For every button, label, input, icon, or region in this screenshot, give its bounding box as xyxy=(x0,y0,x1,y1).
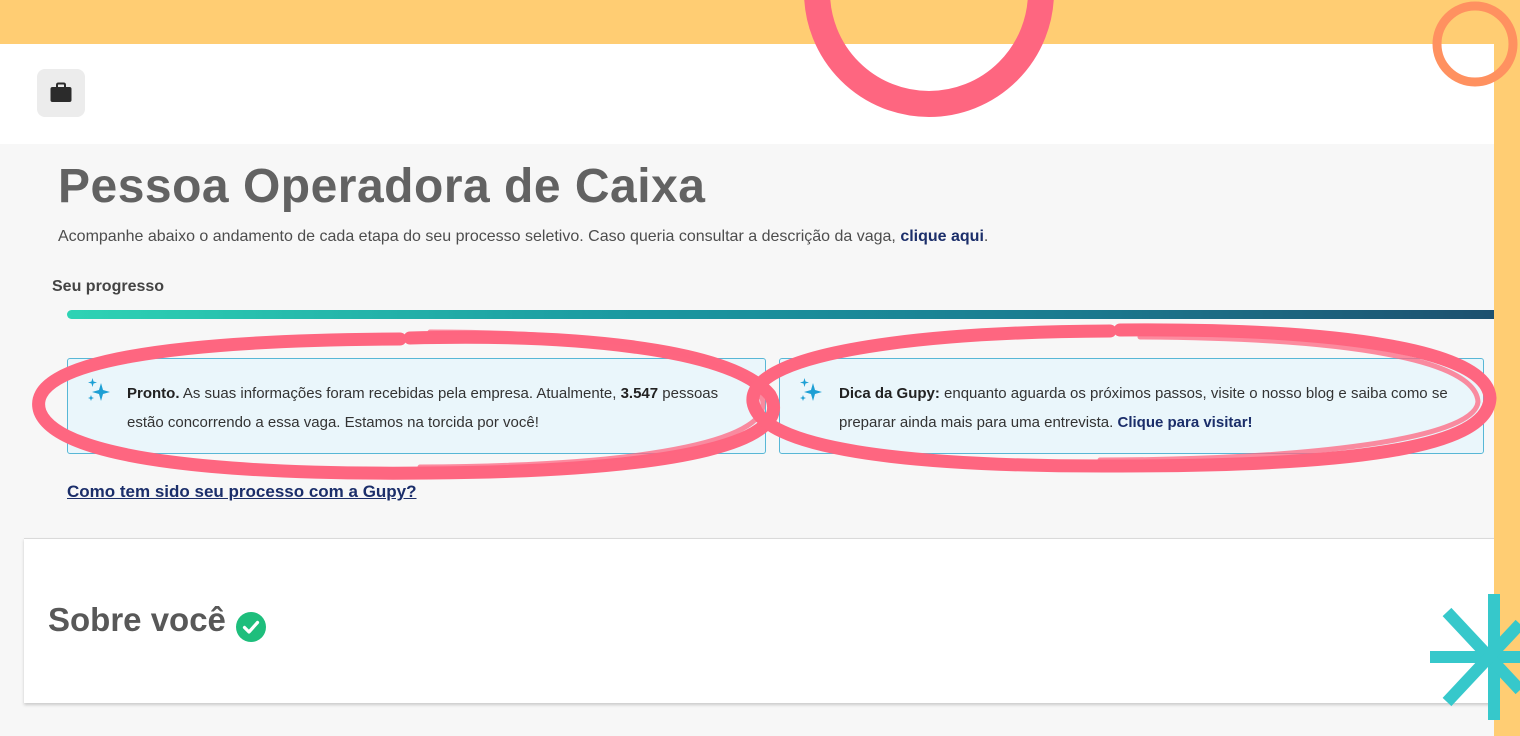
page-title: Pessoa Operadora de Caixa xyxy=(58,160,706,213)
page-frame: Pessoa Operadora de Caixa Acompanhe abai… xyxy=(0,44,1494,736)
sparkle-icon xyxy=(88,378,110,401)
about-you-title: Sobre você xyxy=(48,601,226,638)
job-description-link[interactable]: clique aqui xyxy=(900,228,984,245)
tip-card-text: Dica da Gupy: enquanto aguarda os próxim… xyxy=(839,379,1461,437)
briefcase-icon xyxy=(50,82,72,102)
sparkle-icon xyxy=(800,378,822,401)
subtitle-text: Acompanhe abaixo o andamento de cada eta… xyxy=(58,228,896,245)
page-subtitle: Acompanhe abaixo o andamento de cada eta… xyxy=(58,228,988,246)
top-bar xyxy=(0,44,1494,144)
briefcase-button[interactable] xyxy=(37,69,85,117)
status-card: Pronto. As suas informações foram recebi… xyxy=(67,358,766,454)
tip-lead: Dica da Gupy: xyxy=(839,385,940,402)
subtitle-end: . xyxy=(983,228,989,245)
status-lead: Pronto. xyxy=(127,385,180,402)
applicant-count: 3.547 xyxy=(620,385,659,402)
about-you-section: Sobre você xyxy=(24,538,1494,703)
check-circle-icon xyxy=(236,612,266,642)
feedback-link[interactable]: Como tem sido seu processo com a Gupy? xyxy=(67,482,417,502)
status-card-text: Pronto. As suas informações foram recebi… xyxy=(127,379,743,437)
progress-label: Seu progresso xyxy=(52,278,165,295)
visit-blog-link[interactable]: Clique para visitar! xyxy=(1117,414,1252,431)
status-text-1: As suas informações foram recebidas pela… xyxy=(179,385,621,402)
progress-bar xyxy=(67,310,1494,319)
tip-card: Dica da Gupy: enquanto aguarda os próxim… xyxy=(779,358,1484,454)
